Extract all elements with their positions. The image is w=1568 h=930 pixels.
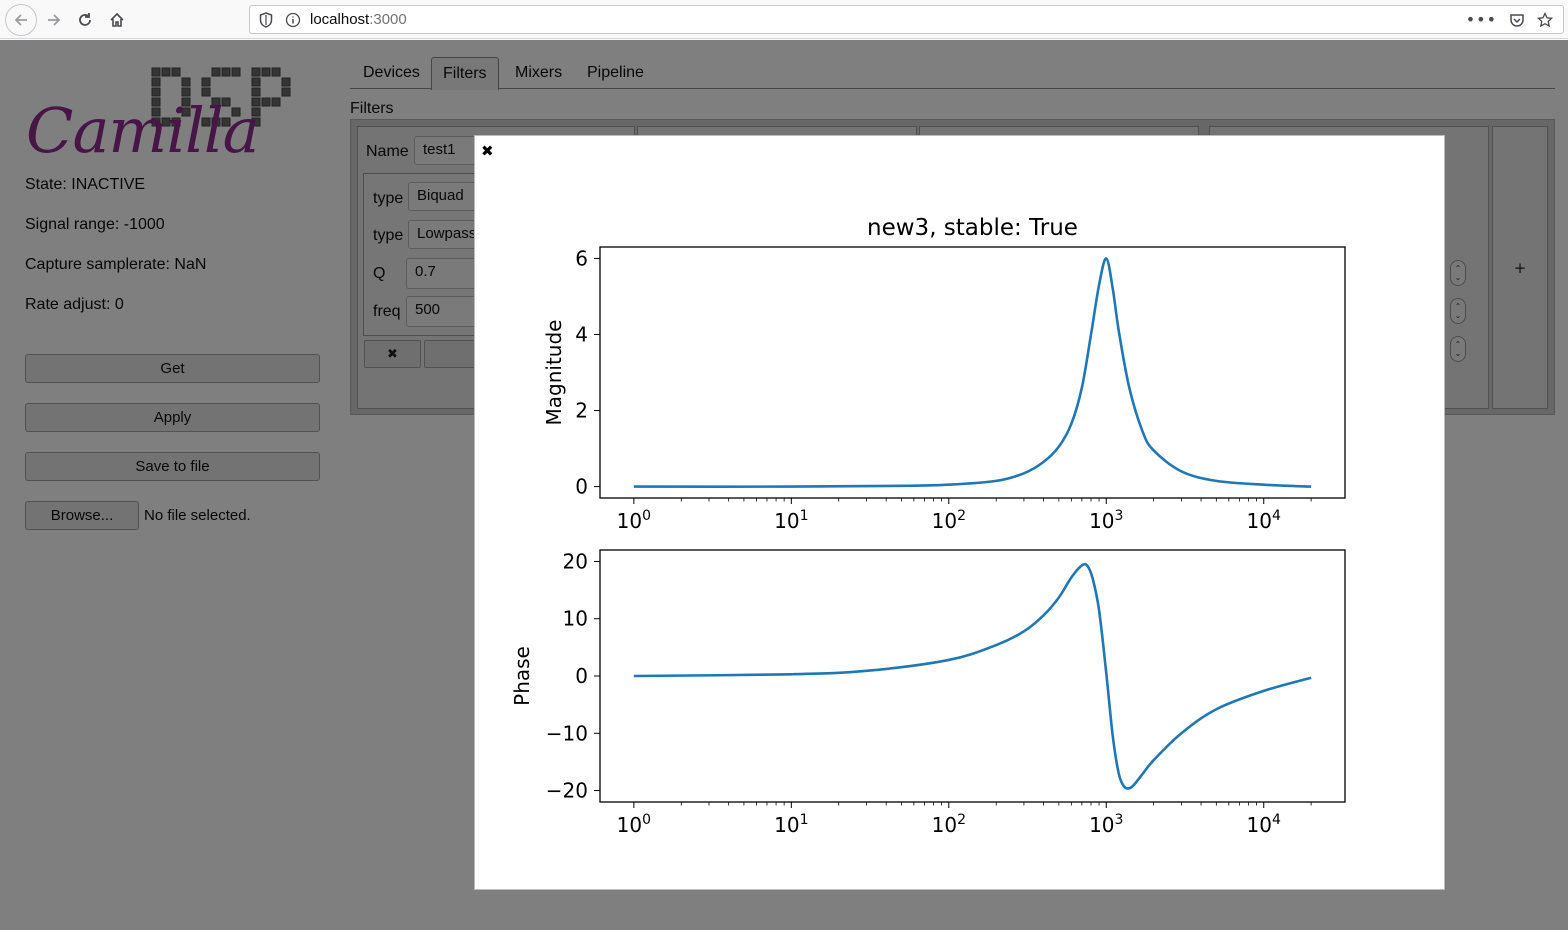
y-tick-label: 4 — [575, 322, 588, 346]
home-button[interactable] — [103, 6, 131, 34]
forward-arrow-icon — [48, 14, 61, 26]
url-text: localhost:3000 — [310, 11, 407, 28]
magnitude-series-line — [633, 257, 1312, 488]
y-tick-label: 0 — [575, 475, 588, 499]
url-bar[interactable]: localhost:3000 ••• — [249, 5, 1564, 34]
x-tick-label: 100 — [617, 508, 651, 533]
plot-modal: ✖ new3, stable: True 100 101 102 103 104 0 2 4 6 M… — [474, 135, 1445, 890]
urlbar-actions: ••• — [1466, 10, 1553, 29]
y-axis-label: Phase — [510, 646, 534, 706]
browser-toolbar: localhost:3000 ••• — [0, 0, 1568, 39]
y-tick-label: −10 — [546, 721, 588, 745]
phase-series-line — [633, 562, 1312, 790]
bookmark-star-icon[interactable] — [1537, 11, 1553, 28]
site-info-icon[interactable] — [285, 12, 301, 28]
axes-frame-1 — [599, 246, 1346, 499]
x-tick-label: 101 — [774, 508, 808, 533]
back-button[interactable] — [5, 4, 37, 36]
y-tick-label: 2 — [575, 399, 588, 423]
x-tick-label: 103 — [1089, 812, 1123, 837]
x-tick-label: 102 — [932, 508, 966, 533]
x-tick-label: 104 — [1247, 508, 1281, 533]
y-tick-label: −20 — [546, 779, 588, 803]
y-tick-label: 6 — [575, 246, 588, 270]
chart-title: new3, stable: True — [867, 215, 1078, 241]
page-actions-icon[interactable]: ••• — [1466, 10, 1497, 29]
reload-button[interactable] — [71, 6, 99, 34]
y-axis-label: Magnitude — [542, 320, 566, 426]
home-icon — [110, 12, 124, 27]
y-tick-label: 0 — [575, 664, 588, 688]
filter-response-plot: new3, stable: True100 101 102 103 1040246Mag… — [510, 215, 1346, 837]
x-tick-label: 103 — [1089, 508, 1123, 533]
x-tick-label: 102 — [932, 812, 966, 837]
url-host: localhost — [310, 11, 370, 28]
x-tick-label: 104 — [1247, 812, 1281, 837]
reload-icon — [79, 13, 91, 26]
url-port: :3000 — [369, 11, 407, 28]
back-arrow-icon — [14, 14, 27, 26]
pocket-icon[interactable] — [1509, 12, 1525, 28]
x-tick-label: 100 — [617, 812, 651, 837]
forward-button[interactable] — [40, 6, 68, 34]
y-tick-label: 10 — [563, 607, 588, 631]
y-tick-label: 20 — [563, 549, 588, 573]
x-tick-label: 101 — [774, 812, 808, 837]
tracking-shield-icon[interactable] — [259, 12, 273, 28]
